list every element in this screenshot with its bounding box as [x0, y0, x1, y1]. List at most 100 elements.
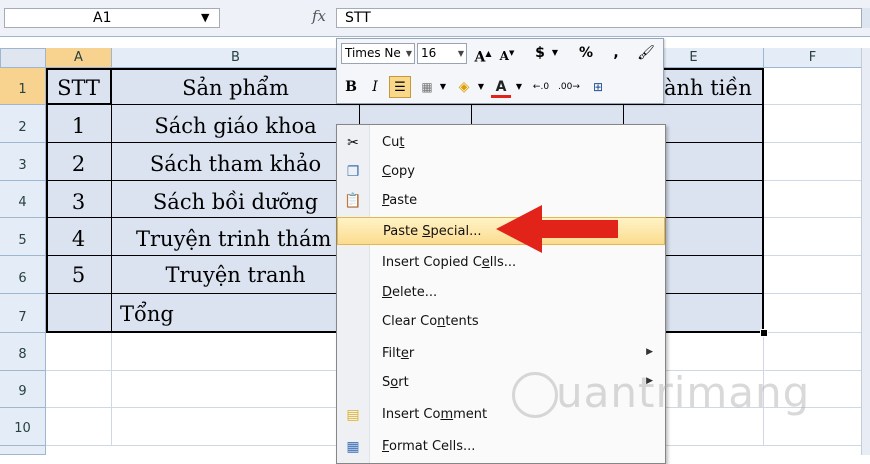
menu-item-paste-special-label: Paste Special...	[383, 224, 482, 239]
cell-f6[interactable]	[764, 256, 862, 294]
cell-f8[interactable]	[764, 333, 862, 371]
comment-icon: ▤	[346, 407, 360, 423]
cell-b6[interactable]: Truyện tranh	[112, 256, 360, 294]
name-box[interactable]: A1 ▼	[4, 8, 220, 28]
scissors-icon: ✂	[347, 135, 359, 151]
cell-f1[interactable]	[764, 68, 862, 105]
row-header-1[interactable]: 1	[0, 68, 46, 105]
merge-center-icon[interactable]: ⊞	[587, 76, 609, 98]
grow-font-label: A	[474, 49, 486, 66]
font-size-select[interactable]: 16 ▼	[417, 43, 467, 64]
menu-item-copy-label: Copy	[382, 164, 415, 179]
bold-button[interactable]: B	[341, 76, 361, 98]
row-header-11[interactable]	[0, 446, 46, 455]
cell-b3[interactable]: Sách tham khảo	[112, 143, 360, 181]
borders-icon[interactable]: ▦	[417, 76, 437, 98]
formula-expand-button[interactable]	[861, 8, 870, 28]
comma-style-button[interactable]: ,	[609, 42, 623, 64]
increase-decimal-icon[interactable]: ←.0	[529, 76, 553, 98]
font-name-select[interactable]: Times Ne ▼	[341, 43, 415, 64]
currency-button[interactable]: $	[531, 42, 549, 64]
cell-b10[interactable]	[112, 408, 360, 446]
decrease-decimal-icon[interactable]: .00→	[557, 76, 581, 98]
menu-item-sort-label: Sort	[382, 375, 409, 390]
center-align-button[interactable]: ☰	[389, 76, 411, 98]
shrink-font-label: A	[499, 49, 509, 63]
cell-b2[interactable]: Sách giáo khoa	[112, 105, 360, 143]
name-box-dropdown-icon[interactable]: ▼	[201, 11, 209, 24]
formula-value: STT	[345, 10, 371, 26]
row-header-6[interactable]: 6	[0, 256, 46, 294]
insert-function-icon[interactable]: fx	[312, 7, 326, 25]
row-header-10[interactable]: 10	[0, 408, 46, 446]
grow-font-button[interactable]: A▲	[473, 42, 493, 66]
menu-item-insert-comment-label: Insert Comment	[382, 407, 488, 422]
menu-item-filter[interactable]: Filter ▶	[337, 340, 665, 368]
percent-button[interactable]: %	[577, 42, 595, 64]
column-header-a[interactable]: A	[46, 48, 112, 68]
cell-f3[interactable]	[764, 143, 862, 181]
chevron-down-icon[interactable]: ▼	[549, 42, 561, 64]
cell-e8[interactable]	[666, 333, 764, 371]
chevron-down-icon[interactable]: ▼	[513, 76, 525, 98]
watermark-text: uantrimang	[556, 368, 811, 417]
column-header-f[interactable]: F	[764, 48, 862, 68]
mini-toolbar: Times Ne ▼ 16 ▼ A▲ A▼ $ ▼ % , 🖌 B I ☰ ▦ …	[336, 38, 664, 104]
font-name-value: Times Ne	[345, 46, 401, 60]
submenu-arrow-icon: ▶	[646, 347, 653, 357]
menu-item-delete-label: Delete...	[382, 285, 438, 300]
menu-item-delete[interactable]: Delete...	[337, 279, 665, 307]
cell-a8[interactable]	[46, 333, 112, 371]
formula-bar: A1 ▼ fx STT	[0, 0, 870, 37]
clipboard-icon: 📋	[344, 193, 362, 209]
menu-item-insert-copied-cells-label: Insert Copied Cells...	[382, 255, 517, 270]
cell-f4[interactable]	[764, 181, 862, 218]
column-header-b[interactable]: B	[112, 48, 360, 68]
row-header-9[interactable]: 9	[0, 371, 46, 408]
row-header-8[interactable]: 8	[0, 333, 46, 371]
menu-item-cut[interactable]: ✂ Cut	[337, 129, 665, 157]
cell-b1[interactable]: Sản phẩm	[112, 68, 360, 105]
menu-item-paste-label: Paste	[382, 193, 418, 208]
cell-a5[interactable]: 4	[46, 218, 112, 256]
cell-b5[interactable]: Truyện trinh thám	[112, 218, 360, 256]
annotation-arrow-shaft	[538, 220, 618, 238]
row-header-4[interactable]: 4	[0, 181, 46, 218]
chevron-down-icon[interactable]: ▼	[437, 76, 449, 98]
cell-a10[interactable]	[46, 408, 112, 446]
select-all-corner[interactable]	[0, 48, 46, 68]
row-header-2[interactable]: 2	[0, 105, 46, 143]
cell-a9[interactable]	[46, 371, 112, 408]
chevron-down-icon: ▼	[457, 49, 464, 58]
fill-handle[interactable]	[760, 329, 768, 337]
cell-f2[interactable]	[764, 105, 862, 143]
menu-item-copy[interactable]: ❐ Copy	[337, 158, 665, 186]
vertical-scrollbar[interactable]	[861, 48, 870, 455]
italic-button[interactable]: I	[365, 76, 385, 98]
format-painter-icon[interactable]: 🖌	[635, 42, 657, 64]
cell-a2[interactable]: 1	[46, 105, 112, 143]
shrink-font-button[interactable]: A▼	[497, 42, 517, 64]
fill-color-icon[interactable]: ◈	[453, 76, 475, 98]
cell-b4[interactable]: Sách bồi dưỡng	[112, 181, 360, 218]
menu-item-format-cells[interactable]: ▦ Format Cells...	[337, 433, 665, 461]
cell-f7[interactable]	[764, 294, 862, 333]
cell-a3[interactable]: 2	[46, 143, 112, 181]
menu-item-insert-copied-cells[interactable]: Insert Copied Cells...	[337, 249, 665, 277]
cell-a4[interactable]: 3	[46, 181, 112, 218]
menu-item-clear-contents-label: Clear Contents	[382, 314, 479, 329]
cell-f5[interactable]	[764, 218, 862, 256]
row-header-7[interactable]: 7	[0, 294, 46, 333]
font-size-value: 16	[421, 46, 437, 60]
annotation-arrow-icon	[496, 205, 542, 253]
chevron-down-icon[interactable]: ▼	[475, 76, 487, 98]
font-color-button[interactable]: A	[491, 76, 511, 98]
cell-a7[interactable]	[46, 294, 112, 333]
menu-item-clear-contents[interactable]: Clear Contents	[337, 308, 665, 336]
cell-a6[interactable]: 5	[46, 256, 112, 294]
cell-b8[interactable]	[112, 333, 360, 371]
cell-b9[interactable]	[112, 371, 360, 408]
formula-input[interactable]: STT	[336, 8, 862, 28]
row-header-3[interactable]: 3	[0, 143, 46, 181]
row-header-5[interactable]: 5	[0, 218, 46, 256]
